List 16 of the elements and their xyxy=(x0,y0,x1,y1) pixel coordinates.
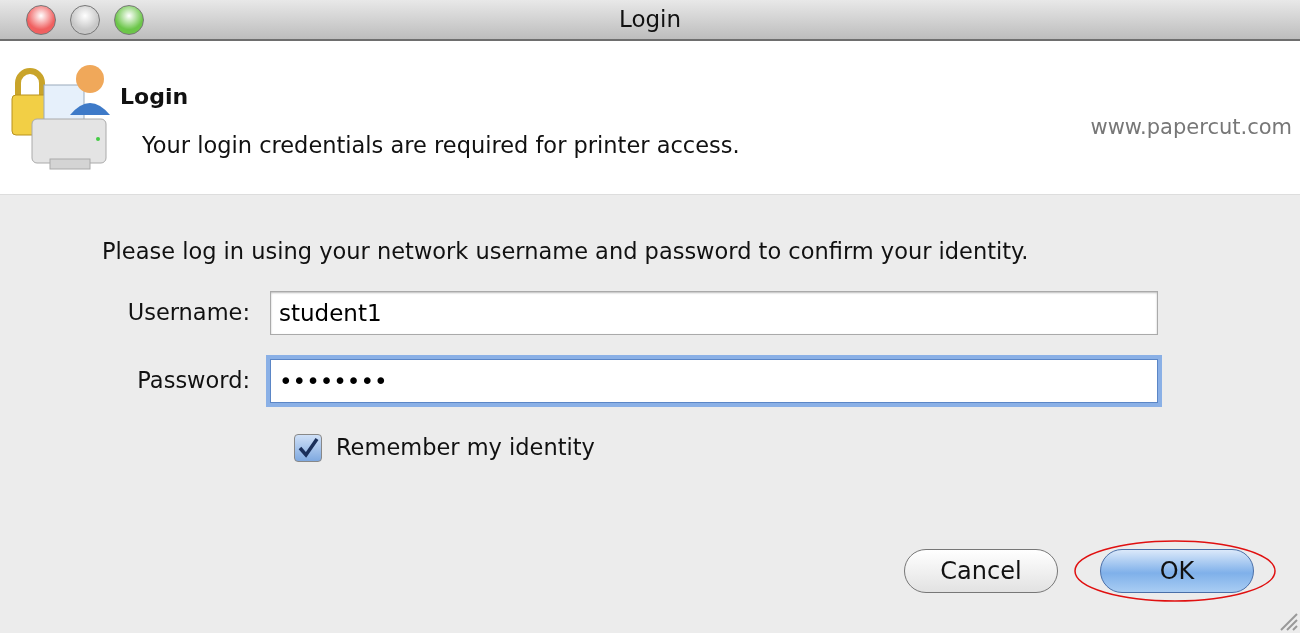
window-title: Login xyxy=(618,5,682,35)
instruction-text: Please log in using your network username and password to confirm your identity. xyxy=(102,237,1030,266)
cancel-button[interactable]: Cancel xyxy=(904,549,1058,593)
dialog-subtitle: Your login credentials are required for printer access. xyxy=(142,131,740,160)
field-label: Password: xyxy=(136,365,251,395)
remember-checkbox[interactable] xyxy=(294,433,322,462)
close-button[interactable] xyxy=(26,5,56,35)
checkbox-label: Remember my identity xyxy=(336,432,595,462)
field-label: Username: xyxy=(126,297,251,327)
website-url: www.papercut.com xyxy=(1090,114,1292,141)
zoom-button[interactable] xyxy=(114,5,144,35)
minimize-button[interactable] xyxy=(70,5,100,35)
input-field[interactable]: student1 xyxy=(270,290,1158,335)
dialog-title: Login xyxy=(120,83,190,111)
ok-button[interactable]: OK xyxy=(1100,549,1254,593)
input-field[interactable]: •••••••• xyxy=(270,358,1158,403)
